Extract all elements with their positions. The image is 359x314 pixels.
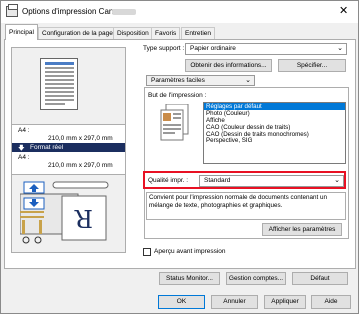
show-settings-button[interactable]: Afficher les paramètres xyxy=(262,223,342,236)
purpose-label: But de l'impression : xyxy=(148,92,207,99)
chevron-down-icon: ⌄ xyxy=(337,45,343,52)
tab-page-setup[interactable]: Configuration de la page xyxy=(38,27,117,39)
settings-mode-value: Paramètres faciles xyxy=(151,77,205,84)
chevron-down-icon: ⌄ xyxy=(334,177,340,184)
paper-size-info: A4 : 210,0 mm x 297,0 mm 🡇 Format réel A… xyxy=(12,124,125,175)
purpose-listbox[interactable]: Réglages par défaut Photo (Couleur) Affi… xyxy=(203,102,346,164)
title-bar: Options d'impression Canon ✕ xyxy=(1,1,358,23)
purpose-item-perspective[interactable]: Perspective, SIG xyxy=(204,137,345,145)
settings-mode-dropdown[interactable]: Paramètres faciles ⌄ xyxy=(146,75,255,86)
defaults-button[interactable]: Défaut xyxy=(292,272,348,285)
real-format-bar: 🡇 Format réel xyxy=(12,143,125,152)
tab-layout[interactable]: Disposition xyxy=(113,27,153,39)
apply-button[interactable]: Appliquer xyxy=(264,295,306,309)
printer-name-redacted xyxy=(112,9,136,15)
printer-illustration: R xyxy=(19,178,120,248)
window-title: Options d'impression Canon xyxy=(22,7,123,16)
cancel-button[interactable]: Annuler xyxy=(211,295,258,309)
close-icon[interactable]: ✕ xyxy=(339,5,348,17)
purpose-item-cad-mono[interactable]: CAO (Dessin de traits monochromes) xyxy=(204,131,345,138)
quality-label: Qualité impr. : xyxy=(148,177,189,184)
document-thumbnail-icon xyxy=(159,103,191,142)
media-type-value: Papier ordinaire xyxy=(190,45,236,52)
purpose-item-photo[interactable]: Photo (Couleur) xyxy=(204,110,345,117)
help-button[interactable]: Aide xyxy=(311,295,351,309)
svg-text:R: R xyxy=(74,204,93,232)
preview-pane: A4 : 210,0 mm x 297,0 mm 🡇 Format réel A… xyxy=(11,47,126,253)
status-monitor-button[interactable]: Status Monitor... xyxy=(159,272,220,285)
get-info-button[interactable]: Obtenir des informations... xyxy=(185,59,272,72)
size1-label: A4 : xyxy=(18,127,30,134)
tab-favorites[interactable]: Favoris xyxy=(151,27,181,39)
media-type-dropdown[interactable]: Papier ordinaire ⌄ xyxy=(185,43,347,55)
accounting-button[interactable]: Gestion comptes... xyxy=(226,272,286,285)
quality-dropdown[interactable]: Standard ⌄ xyxy=(199,175,344,187)
ok-button[interactable]: OK xyxy=(158,295,205,309)
chevron-down-icon: ⌄ xyxy=(245,77,251,84)
media-type-label: Type support : xyxy=(143,45,185,52)
description-text: Convient pour l'impression normale de do… xyxy=(146,192,346,220)
tab-principal[interactable]: Principal xyxy=(5,24,38,40)
purpose-item-default[interactable]: Réglages par défaut xyxy=(204,103,345,110)
quality-value: Standard xyxy=(204,177,231,184)
size2-value: 210,0 mm x 297,0 mm xyxy=(48,162,113,169)
purpose-item-poster[interactable]: Affiche xyxy=(204,117,345,124)
preview-checkbox-label: Aperçu avant impression xyxy=(154,248,226,255)
specify-button[interactable]: Spécifier... xyxy=(278,59,346,72)
size1-value: 210,0 mm x 297,0 mm xyxy=(48,135,113,142)
preview-checkbox[interactable] xyxy=(143,248,151,256)
dialog-window: Options d'impression Canon ✕ Principal C… xyxy=(0,0,359,314)
purpose-item-cad-color[interactable]: CAO (Couleur dessin de traits) xyxy=(204,124,345,131)
size2-label: A4 : xyxy=(18,154,30,161)
format-label: Format réel xyxy=(30,144,64,151)
tab-maintenance[interactable]: Entretien xyxy=(181,27,216,39)
page-preview xyxy=(40,58,78,110)
printer-icon xyxy=(6,4,18,17)
